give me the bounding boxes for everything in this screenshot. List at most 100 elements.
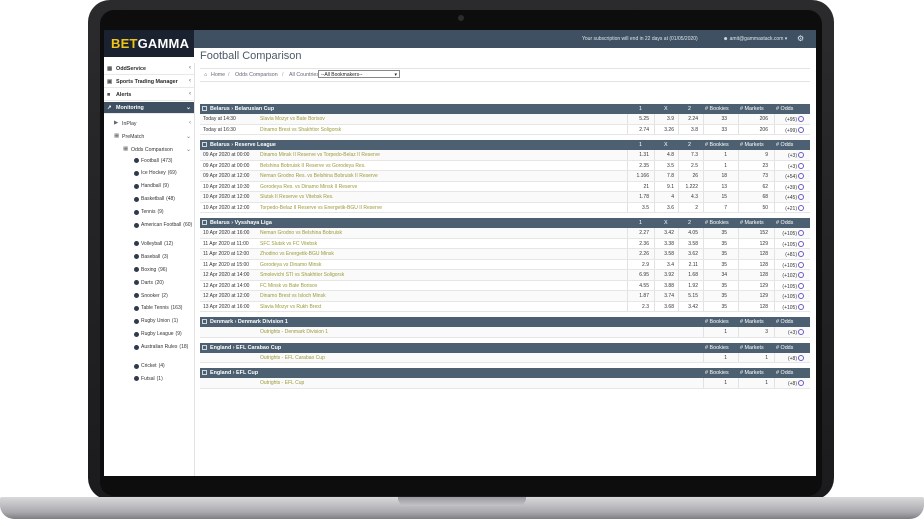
match-link[interactable]: Dinamo Brest vs Isloch Minsk bbox=[260, 293, 326, 299]
odds-value-o2: 7.3 bbox=[691, 152, 698, 159]
odds-count[interactable]: (+105) bbox=[776, 282, 804, 290]
brand-logo[interactable]: BETGAMMA bbox=[104, 30, 194, 57]
table-row[interactable]: 11 Apr 2020 at 15:00 Gorodeya vs Dinamo M… bbox=[200, 259, 810, 270]
breadcrumb-odds-comparison[interactable]: Odds Comparison bbox=[235, 72, 278, 78]
match-time: 09 Apr 2020 at 12:00 bbox=[203, 173, 250, 180]
odds-count[interactable]: (+81) bbox=[776, 251, 804, 258]
table-row[interactable]: 09 Apr 2020 at 00:00 Belshina Bobruisk II… bbox=[200, 160, 810, 171]
outright-link[interactable]: Outrights - Denmark Division 1 bbox=[260, 329, 328, 335]
sidebar-sub-prematch[interactable]: ▦ PreMatch ⌄ bbox=[114, 131, 194, 142]
match-link[interactable]: SFC Slutsk vs FC Vitebsk bbox=[260, 241, 317, 247]
column-divider bbox=[654, 171, 655, 181]
sidebar-sub-inplay[interactable]: ▶ InPlay ‹ bbox=[114, 118, 194, 129]
outright-link[interactable]: Outrights - EFL Carabao Cup bbox=[260, 355, 325, 361]
odds-count[interactable]: (+105) bbox=[776, 240, 804, 248]
gear-icon[interactable]: ⚙ bbox=[797, 34, 804, 43]
outright-link[interactable]: Outrights - EFL Cup bbox=[260, 380, 304, 386]
match-link[interactable]: Slutsk II Reserve vs Vitebsk Res. bbox=[260, 194, 334, 200]
odds-count[interactable]: (+105) bbox=[776, 230, 804, 237]
table-row[interactable]: 10 Apr 2020 at 12:00 Slutsk II Reserve vs… bbox=[200, 192, 810, 203]
sport-label: Volleyball (12) bbox=[141, 241, 173, 247]
user-menu[interactable]: ☻ amit@gammastack.com ▾ bbox=[723, 36, 787, 42]
match-link[interactable]: Zhodino vs Energetik-BGU Minsk bbox=[260, 251, 334, 257]
match-link[interactable]: Gorodeya vs Dinamo Minsk bbox=[260, 262, 321, 268]
breadcrumb-home[interactable]: Home bbox=[211, 72, 225, 78]
odds-count[interactable]: (+54) bbox=[776, 173, 804, 180]
odds-count[interactable]: (+3) bbox=[776, 162, 804, 170]
league-header[interactable]: Belarus › Reserve League 1 X 2 # Bookies # Ma… bbox=[200, 140, 810, 150]
table-row[interactable]: Outrights - Denmark Division 1 1 3 (+3) bbox=[200, 327, 810, 338]
bookies-count: 33 bbox=[721, 116, 727, 123]
table-row[interactable]: 13 Apr 2020 at 16:00 Slavia Mozyr vs Rukh… bbox=[200, 301, 810, 312]
table-row[interactable]: 10 Apr 2020 at 16:00 Neman Grodno vs Bels… bbox=[200, 228, 810, 239]
table-row[interactable]: 12 Apr 2020 at 12:00 Dinamo Brest vs Islo… bbox=[200, 291, 810, 302]
column-divider bbox=[738, 192, 739, 202]
odds-count[interactable]: (+3) bbox=[776, 152, 804, 159]
odds-count[interactable]: (+102) bbox=[776, 272, 804, 279]
odds-count[interactable]: (+21) bbox=[776, 204, 804, 212]
odds-value-ox: 3.74 bbox=[664, 293, 674, 300]
match-link[interactable]: FC Minsk vs Bate Borisov bbox=[260, 283, 317, 289]
odds-count[interactable]: (+105) bbox=[776, 261, 804, 269]
odds-count[interactable]: (+45) bbox=[776, 194, 804, 201]
sport-label: Rugby League (9) bbox=[141, 331, 182, 337]
odds-count[interactable]: (+8) bbox=[776, 354, 804, 362]
sidebar-item-monitoring[interactable]: ↗ Monitoring ⌄ bbox=[104, 102, 194, 114]
match-link[interactable]: Slavia Mozyr vs Bate Borisov bbox=[260, 116, 325, 122]
match-link[interactable]: Belshina Bobruisk II Reserve vs Gorodeya… bbox=[260, 163, 366, 169]
match-link[interactable]: Neman Grodno Res. vs Belshina Bobruisk I… bbox=[260, 173, 378, 179]
table-row[interactable]: 09 Apr 2020 at 00:00 Dinamo Minsk II Rese… bbox=[200, 150, 810, 161]
league-header[interactable]: Belarus › Vysshaya Liga 1 X 2 # Bookies # Mar… bbox=[200, 218, 810, 228]
match-link[interactable]: Neman Grodno vs Belshina Bobruisk bbox=[260, 230, 342, 236]
sport-count: (2) bbox=[161, 292, 168, 299]
league-header[interactable]: England › EFL Carabao Cup # Bookies # Mark… bbox=[200, 342, 810, 353]
table-row[interactable]: 09 Apr 2020 at 12:00 Neman Grodno Res. vs… bbox=[200, 171, 810, 182]
table-row[interactable]: 12 Apr 2020 at 14:00 Smolevichi STI vs Sh… bbox=[200, 270, 810, 281]
table-row[interactable]: 10 Apr 2020 at 12:00 Torpedo-Belaz II Res… bbox=[200, 202, 810, 213]
sidebar-item-sports-trading-manager[interactable]: ▣ Sports Trading Manager ‹ bbox=[104, 76, 194, 88]
odds-count[interactable]: (+3) bbox=[776, 329, 804, 336]
table-row[interactable]: Outrights - EFL Carabao Cup 1 1 (+8) bbox=[200, 352, 810, 363]
league-section: England › EFL Carabao Cup # Bookies # Mark… bbox=[200, 342, 810, 363]
match-time: 12 Apr 2020 at 12:00 bbox=[203, 293, 250, 300]
match-link[interactable]: Slavia Mozyr vs Rukh Brest bbox=[260, 304, 321, 310]
odds-value-o1: 2.27 bbox=[639, 230, 649, 237]
table-row[interactable]: Today at 14:30 Slavia Mozyr vs Bate Boris… bbox=[200, 114, 810, 125]
sidebar-sub-odds-comparison[interactable]: ▦ Odds Comparison ⌄ bbox=[123, 144, 194, 155]
match-link[interactable]: Dinamo Brest vs Shakhtior Soligorsk bbox=[260, 127, 341, 133]
odds-count[interactable]: (+99) bbox=[776, 126, 804, 134]
table-row[interactable]: 10 Apr 2020 at 10:30 Gorodeya Res. vs Din… bbox=[200, 181, 810, 192]
league-header[interactable]: Denmark › Denmark Division 1 # Bookies # M… bbox=[200, 317, 810, 327]
match-link[interactable]: Torpedo-Belaz II Reserve vs Energetik-BG… bbox=[260, 205, 382, 211]
grid-icon bbox=[202, 344, 207, 350]
odds-count[interactable]: (+105) bbox=[776, 303, 804, 311]
sidebar-item-oddservice[interactable]: ▦ OddService ‹ bbox=[104, 63, 194, 75]
column-header-odds: # Odds bbox=[776, 370, 794, 376]
column-divider bbox=[703, 192, 704, 202]
odds-count[interactable]: (+95) bbox=[776, 116, 804, 123]
match-link[interactable]: Gorodeya Res. vs Dinamo Minsk II Reserve bbox=[260, 184, 357, 190]
column-divider bbox=[703, 171, 704, 181]
odds-count[interactable]: (+8) bbox=[776, 380, 804, 387]
table-row[interactable]: 11 Apr 2020 at 12:00 Zhodino vs Energetik… bbox=[200, 249, 810, 260]
bookmakers-select[interactable]: --All Bookmakers-- ▾ bbox=[318, 70, 400, 78]
column-divider bbox=[774, 327, 775, 337]
league-header[interactable]: England › EFL Cup # Bookies # Markets # Odd… bbox=[200, 368, 810, 378]
chevron-left-icon: ‹ bbox=[189, 65, 191, 71]
match-link[interactable]: Smolevichi STI vs Shakhtior Soligorsk bbox=[260, 272, 344, 278]
odds-count[interactable]: (+105) bbox=[776, 293, 804, 300]
sidebar-item-alerts[interactable]: ■ Alerts ‹ bbox=[104, 89, 194, 101]
league-header[interactable]: Belarus › Belarusian Cup 1 X 2 # Bookies # Ma… bbox=[200, 104, 810, 114]
table-row[interactable]: Today at 16:30 Dinamo Brest vs Shakhtior … bbox=[200, 124, 810, 135]
match-time: 11 Apr 2020 at 12:00 bbox=[203, 251, 250, 258]
match-link[interactable]: Dinamo Minsk II Reserve vs Torpedo-Belaz… bbox=[260, 152, 380, 158]
table-row[interactable]: 12 Apr 2020 at 14:00 FC Minsk vs Bate Bor… bbox=[200, 280, 810, 291]
breadcrumb-all-countries[interactable]: All Countries bbox=[289, 72, 319, 78]
table-row[interactable]: Outrights - EFL Cup 1 1 (+8) bbox=[200, 378, 810, 389]
chevron-down-icon: ⌄ bbox=[185, 146, 191, 153]
column-header-bookies: # Bookies bbox=[705, 106, 729, 112]
table-row[interactable]: 11 Apr 2020 at 11:00 SFC Slutsk vs FC Vit… bbox=[200, 238, 810, 249]
sport-count: (60) bbox=[183, 222, 193, 228]
column-divider bbox=[627, 171, 628, 181]
odds-count[interactable]: (+39) bbox=[776, 183, 804, 191]
